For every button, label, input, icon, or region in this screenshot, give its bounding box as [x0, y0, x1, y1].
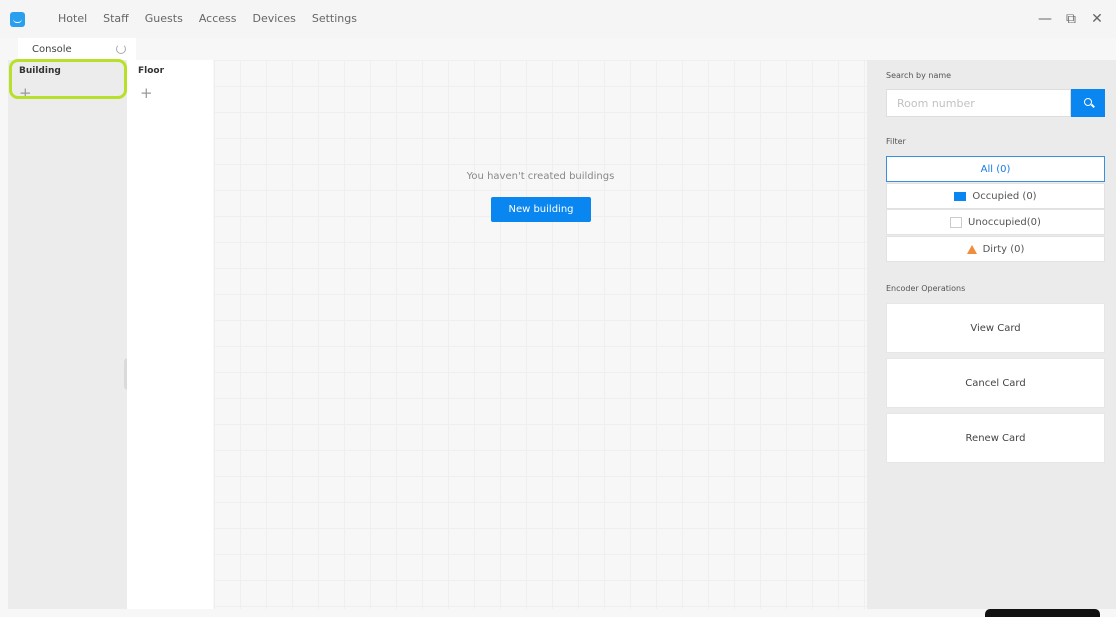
filter-dirty-label: Dirty (0): [982, 243, 1025, 255]
view-card-button[interactable]: View Card: [886, 303, 1105, 353]
floor-panel: Floor +: [127, 60, 213, 609]
right-panel: Search by name Filter All (0) Occupied (…: [867, 60, 1116, 609]
occupied-swatch-icon: [954, 191, 967, 201]
menu-item-settings[interactable]: Settings: [304, 12, 365, 25]
search-icon-handle: [1091, 103, 1095, 108]
search-label: Search by name: [886, 71, 952, 80]
restore-button[interactable]: ⧉: [1058, 9, 1084, 29]
close-button[interactable]: ✕: [1084, 9, 1110, 29]
filter-all-label: All (0): [980, 163, 1011, 175]
filter-unoccupied-button[interactable]: Unoccupied(0): [886, 209, 1105, 235]
tab-console-label: Console: [32, 43, 72, 55]
filter-occupied-label: Occupied (0): [972, 190, 1037, 202]
main-canvas: You haven't created buildings New buildi…: [214, 60, 867, 609]
filter-label: Filter: [886, 137, 906, 146]
building-panel-title: Building: [19, 66, 61, 76]
filter-all-button[interactable]: All (0): [886, 156, 1105, 182]
empty-state-message: You haven't created buildings: [466, 171, 615, 182]
filter-unoccupied-label: Unoccupied(0): [968, 216, 1041, 228]
building-panel: Building +: [8, 60, 135, 609]
main-menu: Hotel Staff Guests Access Devices Settin…: [50, 12, 365, 25]
menu-item-devices[interactable]: Devices: [244, 12, 303, 25]
menu-item-guests[interactable]: Guests: [137, 12, 191, 25]
add-floor-button[interactable]: +: [140, 85, 160, 101]
menu-item-access[interactable]: Access: [191, 12, 245, 25]
title-bar: Hotel Staff Guests Access Devices Settin…: [0, 0, 1116, 38]
encoder-operations-label: Encoder Operations: [886, 284, 966, 293]
status-pill: [985, 609, 1100, 617]
menu-item-hotel[interactable]: Hotel: [50, 12, 95, 25]
tab-row: Console: [0, 38, 1116, 60]
cancel-card-button[interactable]: Cancel Card: [886, 358, 1105, 408]
menu-item-staff[interactable]: Staff: [95, 12, 137, 25]
renew-card-button[interactable]: Renew Card: [886, 413, 1105, 463]
floor-panel-title: Floor: [138, 66, 165, 76]
window-controls: — ⧉ ✕: [1032, 9, 1110, 29]
new-building-button[interactable]: New building: [491, 197, 591, 222]
dirty-warning-icon: [966, 244, 977, 254]
add-building-button[interactable]: +: [19, 85, 39, 101]
filter-dirty-button[interactable]: Dirty (0): [886, 236, 1105, 262]
tab-console[interactable]: Console: [18, 38, 136, 60]
unoccupied-swatch-icon: [950, 216, 963, 228]
search-button[interactable]: [1071, 89, 1105, 117]
app-logo-icon: [10, 12, 25, 27]
refresh-icon[interactable]: [116, 44, 126, 54]
status-bar: [0, 609, 1116, 617]
room-search-input[interactable]: [886, 89, 1071, 117]
filter-occupied-button[interactable]: Occupied (0): [886, 183, 1105, 209]
minimize-button[interactable]: —: [1032, 9, 1058, 29]
